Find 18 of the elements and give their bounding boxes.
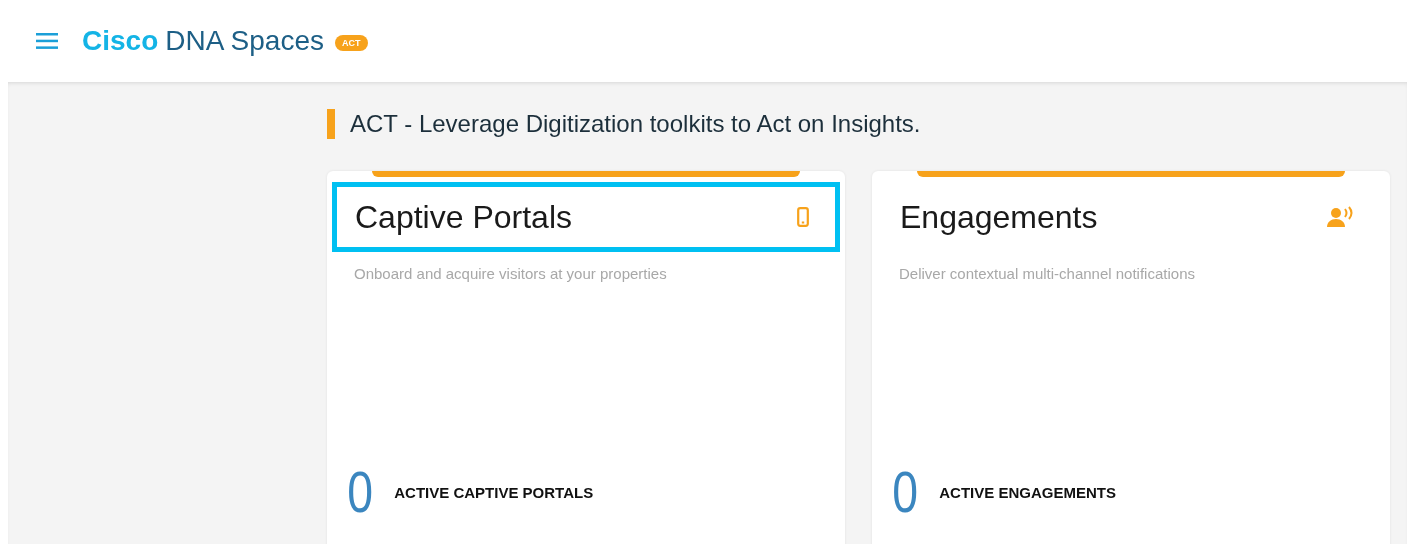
product-name: DNA Spaces [165,25,324,57]
feature-card[interactable]: Engagements Deliver contextual multi-channel notifications 0 ACTIVE ENGAGEMENTS [872,171,1390,544]
person-speaking-icon [1326,206,1354,228]
brand-name: Cisco [82,25,159,57]
card-description: Deliver contextual multi-channel notifications [898,265,1196,282]
menu-icon[interactable] [36,33,58,49]
phone-icon [797,207,809,227]
section-title: ACT - Leverage Digitization toolkits to Act on Insights. [350,110,921,138]
accent-bar [327,109,335,139]
card-title: Engagements [900,198,1098,236]
card-title: Captive Portals [355,198,572,236]
count-label: ACTIVE ENGAGEMENTS [939,483,1116,501]
card-description: Onboard and acquire visitors at your properties [353,265,668,282]
count-value: 0 [347,463,374,521]
count-value: 0 [892,463,919,521]
feature-card[interactable]: Captive Portals Onboard and acquire visitors at your properties 0 ACTIVE CAPTIVE PORTALS [327,171,845,544]
act-badge: ACT [335,35,368,51]
count-label: ACTIVE CAPTIVE PORTALS [394,483,594,501]
